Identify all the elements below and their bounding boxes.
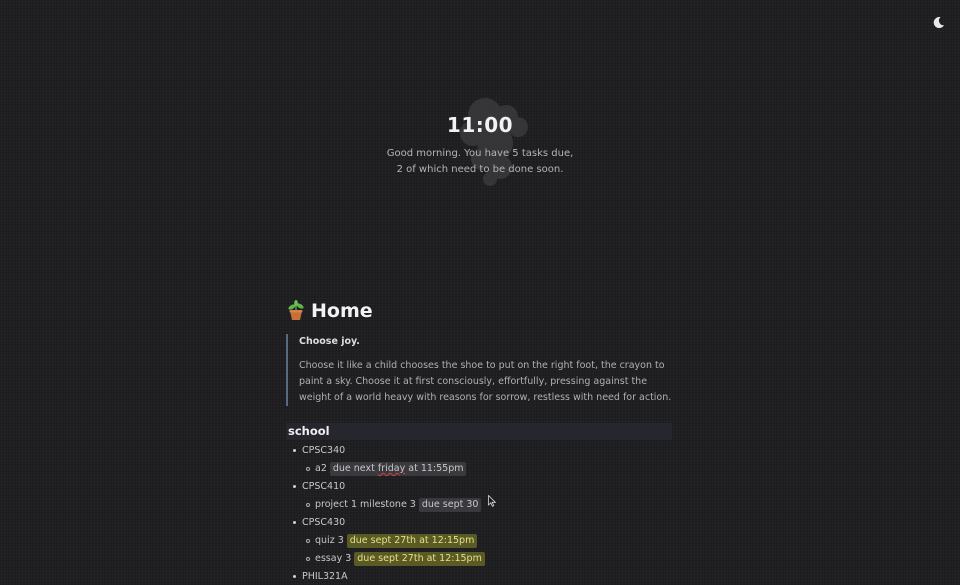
task-name: a2 (315, 463, 327, 474)
due-date-badge: due sept 30 (418, 498, 482, 512)
mouse-pointer-icon (488, 495, 496, 507)
greeting-line-1: Good morning. You have 5 tasks due, (386, 148, 574, 159)
page-content: Home Choose joy. Choose it like a child … (286, 296, 672, 585)
task-name: quiz 3 (315, 535, 344, 546)
greeting-text: Good morning. You have 5 tasks due, 2 of… (330, 146, 630, 178)
moon-icon (932, 14, 945, 33)
task-name: essay 3 (315, 553, 352, 564)
potted-plant-icon (286, 300, 306, 322)
course-name: CPSC340 (302, 445, 346, 456)
school-heading: school (286, 423, 672, 440)
task-item-essay-3[interactable]: essay 3 due sept 27th at 12:15pm (302, 550, 672, 568)
due-date-badge: due next friday at 11:55pm (329, 462, 467, 476)
task-item-project-1-milestone-3[interactable]: project 1 milestone 3 due sept 30 (302, 496, 672, 514)
page-title: Home (286, 296, 672, 326)
task-item-a2[interactable]: a2 due next friday at 11:55pm (302, 460, 672, 478)
task-list: a2 due next friday at 11:55pm (302, 460, 672, 478)
hero-greeting: 11:00 Good morning. You have 5 tasks due… (330, 95, 630, 205)
course-name: CPSC430 (302, 517, 346, 528)
quote-heading: Choose joy. (299, 336, 360, 347)
course-name: CPSC410 (302, 481, 346, 492)
course-list: CPSC340 a2 due next friday at 11:55pm CPS… (286, 442, 672, 585)
task-list: quiz 3 due sept 27th at 12:15pm essay 3 du… (302, 532, 672, 568)
spellcheck-word: friday (377, 463, 406, 474)
theme-toggle-button[interactable] (927, 12, 949, 34)
quote-block: Choose joy. Choose it like a child choos… (286, 334, 672, 406)
due-prefix: due next (332, 463, 378, 474)
page-title-text: Home (311, 300, 373, 322)
course-item-cpsc410: CPSC410 project 1 milestone 3 due sept 30 (286, 478, 672, 514)
greeting-line-2: 2 of which need to be done soon. (396, 164, 564, 175)
task-item-quiz-3[interactable]: quiz 3 due sept 27th at 12:15pm (302, 532, 672, 550)
clock-time: 11:00 (446, 113, 514, 137)
quote-body: Choose it like a child chooses the shoe … (299, 360, 672, 403)
course-item-phil321a: PHIL321A (286, 568, 672, 585)
due-soon-badge: due sept 27th at 12:15pm (354, 552, 485, 566)
task-name: project 1 milestone 3 (315, 499, 416, 510)
course-item-cpsc340: CPSC340 a2 due next friday at 11:55pm (286, 442, 672, 478)
course-item-cpsc430: CPSC430 quiz 3 due sept 27th at 12:15pm e… (286, 514, 672, 568)
task-list: project 1 milestone 3 due sept 30 (302, 496, 672, 514)
due-soon-badge: due sept 27th at 12:15pm (346, 534, 478, 548)
course-name: PHIL321A (302, 571, 348, 582)
due-suffix: at 11:55pm (405, 463, 464, 474)
